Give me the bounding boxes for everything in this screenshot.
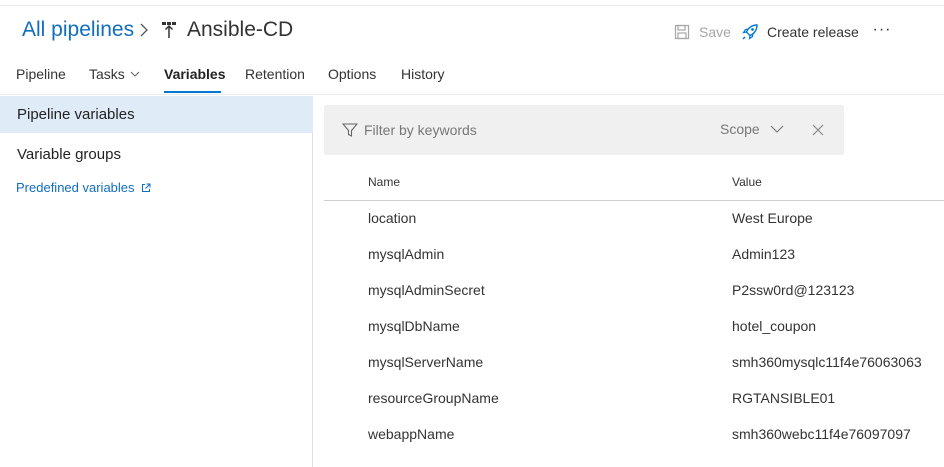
page-header: All pipelines Ansible-CD Save Create rel…	[0, 6, 944, 56]
tab-pipeline[interactable]: Pipeline	[16, 66, 66, 82]
variable-name[interactable]: webappName	[368, 426, 454, 442]
active-tab-indicator	[164, 91, 221, 93]
create-release-button[interactable]: Create release	[741, 22, 859, 42]
tab-options[interactable]: Options	[328, 66, 376, 82]
variable-value[interactable]: hotel_coupon	[732, 318, 816, 334]
tab-bar: Pipeline Tasks Variables Retention Optio…	[0, 56, 944, 95]
variable-value[interactable]: smh360mysqlc11f4e76063063	[732, 354, 922, 370]
tab-tasks-label: Tasks	[89, 66, 125, 82]
tab-history[interactable]: History	[401, 66, 445, 82]
variable-value[interactable]: P2ssw0rd@123123	[732, 282, 854, 298]
table-row[interactable]: mysqlAdminSecret P2ssw0rd@123123	[324, 273, 944, 309]
table-row[interactable]: webappName smh360webc11f4e76097097	[324, 417, 944, 453]
table-row[interactable]: mysqlDbName hotel_coupon	[324, 309, 944, 345]
release-pipeline-icon	[162, 22, 176, 38]
sidebar-item-pipeline-variables[interactable]: Pipeline variables	[0, 96, 313, 133]
variable-name[interactable]: mysqlDbName	[368, 318, 460, 334]
sidebar-item-variable-groups[interactable]: Variable groups	[0, 136, 313, 173]
save-icon	[674, 24, 690, 40]
variable-name[interactable]: mysqlAdmin	[368, 246, 444, 262]
table-row[interactable]: mysqlServerName smh360mysqlc11f4e7606306…	[324, 345, 944, 381]
chevron-down-icon	[130, 71, 140, 77]
tab-retention[interactable]: Retention	[245, 66, 305, 82]
variables-table-header: Name Value	[324, 166, 944, 201]
rocket-icon	[742, 24, 758, 40]
filter-bar: Scope	[324, 105, 844, 155]
external-link-icon	[141, 183, 151, 192]
chevron-down-icon	[770, 125, 784, 133]
variable-value[interactable]: RGTANSIBLE01	[732, 390, 835, 406]
filter-icon	[342, 123, 358, 137]
table-row[interactable]: resourceGroupName RGTANSIBLE01	[324, 381, 944, 417]
save-button[interactable]: Save	[674, 22, 731, 42]
variables-sidebar: Pipeline variables Variable groups Prede…	[0, 96, 313, 467]
page-title: Ansible-CD	[187, 18, 294, 41]
column-header-name[interactable]: Name	[368, 175, 400, 189]
breadcrumb-all-pipelines[interactable]: All pipelines	[22, 18, 134, 42]
tab-tasks[interactable]: Tasks	[89, 66, 140, 82]
variable-value[interactable]: West Europe	[732, 210, 813, 226]
scope-label: Scope	[720, 121, 760, 137]
save-label: Save	[699, 24, 731, 40]
variable-name[interactable]: location	[368, 210, 416, 226]
variable-name[interactable]: mysqlAdminSecret	[368, 282, 485, 298]
more-actions-button[interactable]: ···	[872, 20, 892, 40]
variable-value[interactable]: Admin123	[732, 246, 795, 262]
chevron-right-icon	[140, 23, 148, 37]
table-row[interactable]: mysqlAdmin Admin123	[324, 237, 944, 273]
predefined-variables-label: Predefined variables	[16, 180, 135, 195]
column-header-value[interactable]: Value	[732, 175, 762, 189]
predefined-variables-link[interactable]: Predefined variables	[16, 180, 151, 195]
tab-variables[interactable]: Variables	[164, 66, 226, 82]
variable-name[interactable]: mysqlServerName	[368, 354, 483, 370]
more-icon: ···	[872, 21, 892, 38]
filter-keywords-input[interactable]	[364, 119, 664, 141]
create-release-label: Create release	[767, 24, 859, 40]
scope-dropdown[interactable]: Scope	[720, 121, 784, 137]
table-row[interactable]: location West Europe	[324, 201, 944, 237]
clear-filter-icon[interactable]	[810, 122, 826, 138]
variable-name[interactable]: resourceGroupName	[368, 390, 499, 406]
variable-value[interactable]: smh360webc11f4e76097097	[732, 426, 911, 442]
